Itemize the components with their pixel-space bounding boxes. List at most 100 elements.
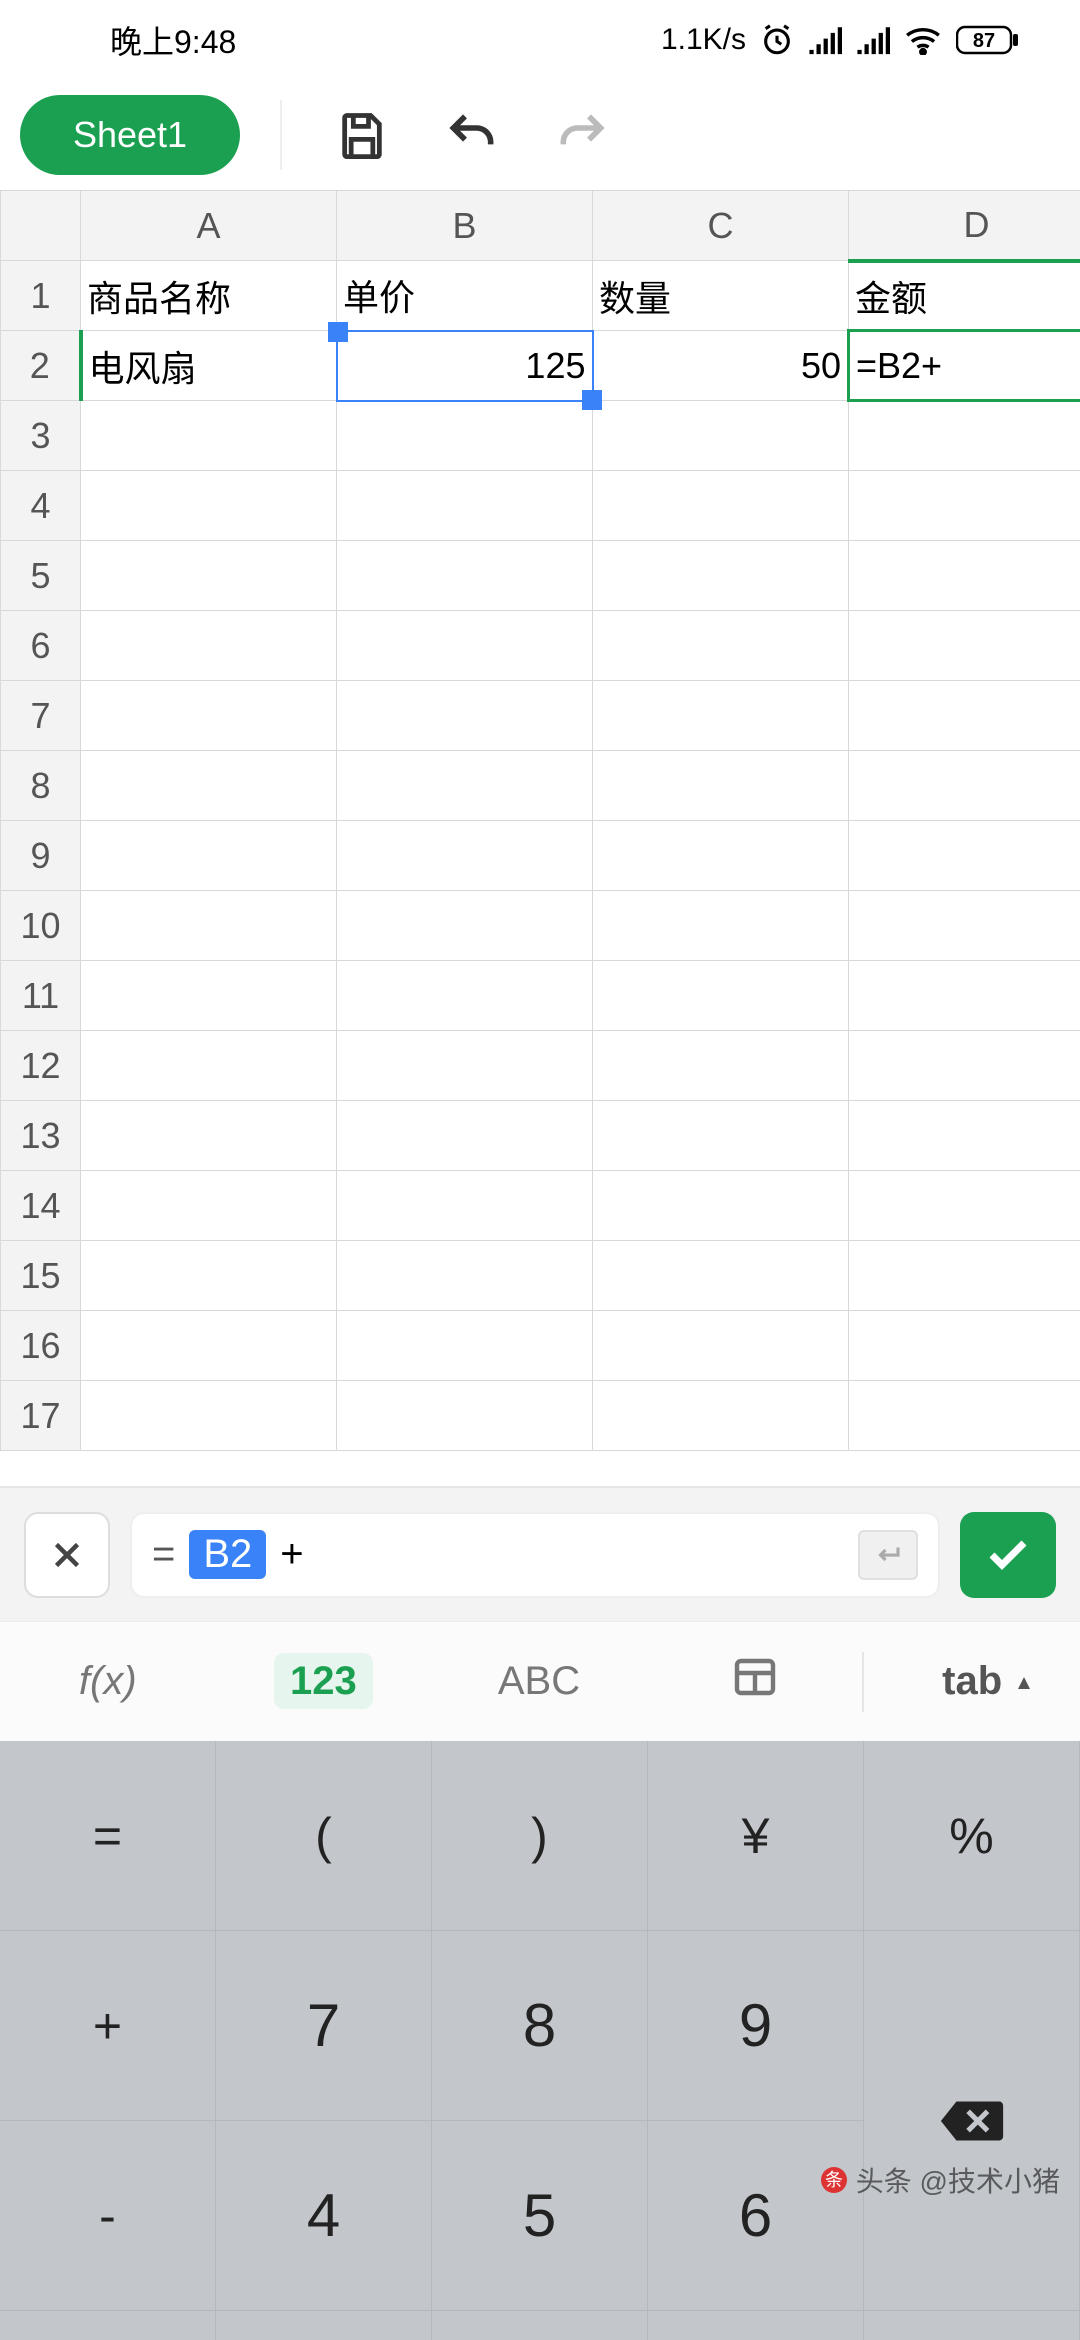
cell[interactable] (337, 541, 593, 611)
row-header[interactable]: 10 (1, 891, 81, 961)
tab-alpha[interactable]: ABC (431, 1659, 647, 1704)
cell[interactable] (81, 611, 337, 681)
key-equals[interactable]: = (0, 1741, 216, 1931)
cell[interactable] (337, 1171, 593, 1241)
key-yen[interactable]: ¥ (648, 1741, 864, 1931)
cell[interactable] (337, 1311, 593, 1381)
cell[interactable] (337, 681, 593, 751)
tab-functions[interactable]: f(x) (0, 1659, 216, 1704)
cell[interactable] (849, 821, 1080, 891)
cell[interactable] (593, 1311, 849, 1381)
cell[interactable] (81, 1171, 337, 1241)
key-multiply[interactable]: * (0, 2311, 216, 2340)
cell[interactable] (337, 751, 593, 821)
cell[interactable] (849, 471, 1080, 541)
cell[interactable] (593, 1101, 849, 1171)
key-plus[interactable]: + (0, 1931, 216, 2121)
grid-table[interactable]: A B C D 1 商品名称 单价 数量 金额 2 电风扇 125 50 =B2… (0, 190, 1080, 1451)
cell[interactable] (593, 961, 849, 1031)
cell[interactable] (81, 681, 337, 751)
cell[interactable] (849, 1101, 1080, 1171)
row-header[interactable]: 15 (1, 1241, 81, 1311)
row-header[interactable]: 6 (1, 611, 81, 681)
cell[interactable] (337, 611, 593, 681)
col-header-B[interactable]: B (337, 191, 593, 261)
spreadsheet[interactable]: A B C D 1 商品名称 单价 数量 金额 2 电风扇 125 50 =B2… (0, 190, 1080, 1486)
row-header[interactable]: 1 (1, 261, 81, 331)
cell[interactable] (849, 541, 1080, 611)
cell[interactable] (337, 961, 593, 1031)
key-lparen[interactable]: ( (216, 1741, 432, 1931)
cell[interactable] (849, 1311, 1080, 1381)
cell[interactable] (849, 1381, 1080, 1451)
key-percent[interactable]: % (864, 1741, 1080, 1931)
cell[interactable] (81, 1311, 337, 1381)
formula-input[interactable]: = B2 + (130, 1512, 940, 1598)
key-8[interactable]: 8 (432, 1931, 648, 2121)
key-7[interactable]: 7 (216, 1931, 432, 2121)
cell[interactable] (849, 1171, 1080, 1241)
cell[interactable] (593, 401, 849, 471)
cell[interactable] (337, 471, 593, 541)
row-header[interactable]: 17 (1, 1381, 81, 1451)
cell[interactable] (593, 821, 849, 891)
key-5[interactable]: 5 (432, 2121, 648, 2311)
cell[interactable] (337, 1241, 593, 1311)
cell[interactable] (593, 1171, 849, 1241)
sheet-tab[interactable]: Sheet1 (20, 95, 240, 175)
cell[interactable] (849, 1241, 1080, 1311)
cell[interactable] (81, 891, 337, 961)
cell-A1[interactable]: 商品名称 (81, 261, 337, 331)
cell-D1[interactable]: 金额 (849, 261, 1080, 331)
tab-key[interactable]: tab (864, 1659, 1080, 1704)
row-header[interactable]: 5 (1, 541, 81, 611)
cell[interactable] (593, 1031, 849, 1101)
key-rparen[interactable]: ) (432, 1741, 648, 1931)
cell[interactable] (81, 401, 337, 471)
cell[interactable] (849, 611, 1080, 681)
inline-enter-button[interactable] (858, 1530, 918, 1580)
key-6[interactable]: 6 (648, 2121, 864, 2311)
cell[interactable] (81, 1031, 337, 1101)
cell-A2[interactable]: 电风扇 (81, 331, 337, 401)
cell[interactable] (593, 891, 849, 961)
cell[interactable] (81, 541, 337, 611)
tab-table[interactable] (647, 1653, 863, 1711)
cell[interactable] (81, 1241, 337, 1311)
row-header[interactable]: 13 (1, 1101, 81, 1171)
row-header[interactable]: 2 (1, 331, 81, 401)
key-1[interactable]: 1 (216, 2311, 432, 2340)
cell[interactable] (81, 471, 337, 541)
tab-numeric[interactable]: 123 (216, 1659, 432, 1704)
cell[interactable] (593, 1381, 849, 1451)
cell[interactable] (337, 1381, 593, 1451)
cell-D2[interactable]: =B2+ (849, 331, 1080, 401)
key-4[interactable]: 4 (216, 2121, 432, 2311)
cell[interactable] (849, 961, 1080, 1031)
key-3[interactable]: 3 (648, 2311, 864, 2340)
cell[interactable] (337, 401, 593, 471)
row-header[interactable]: 8 (1, 751, 81, 821)
row-header[interactable]: 16 (1, 1311, 81, 1381)
col-header-D[interactable]: D (849, 191, 1080, 261)
cell[interactable] (593, 541, 849, 611)
row-header[interactable]: 4 (1, 471, 81, 541)
undo-button[interactable] (432, 95, 512, 175)
key-9[interactable]: 9 (648, 1931, 864, 2121)
redo-button[interactable] (542, 95, 622, 175)
cell[interactable] (849, 1031, 1080, 1101)
cell[interactable] (81, 751, 337, 821)
corner-cell[interactable] (1, 191, 81, 261)
cell-B2[interactable]: 125 (337, 331, 593, 401)
cell-C2[interactable]: 50 (593, 331, 849, 401)
key-minus[interactable]: - (0, 2121, 216, 2311)
cell[interactable] (337, 1101, 593, 1171)
row-header[interactable]: 12 (1, 1031, 81, 1101)
confirm-button[interactable] (960, 1512, 1056, 1598)
col-header-A[interactable]: A (81, 191, 337, 261)
row-header[interactable]: 7 (1, 681, 81, 751)
cell[interactable] (593, 751, 849, 821)
cell[interactable] (337, 1031, 593, 1101)
cell-B1[interactable]: 单价 (337, 261, 593, 331)
cell[interactable] (337, 821, 593, 891)
